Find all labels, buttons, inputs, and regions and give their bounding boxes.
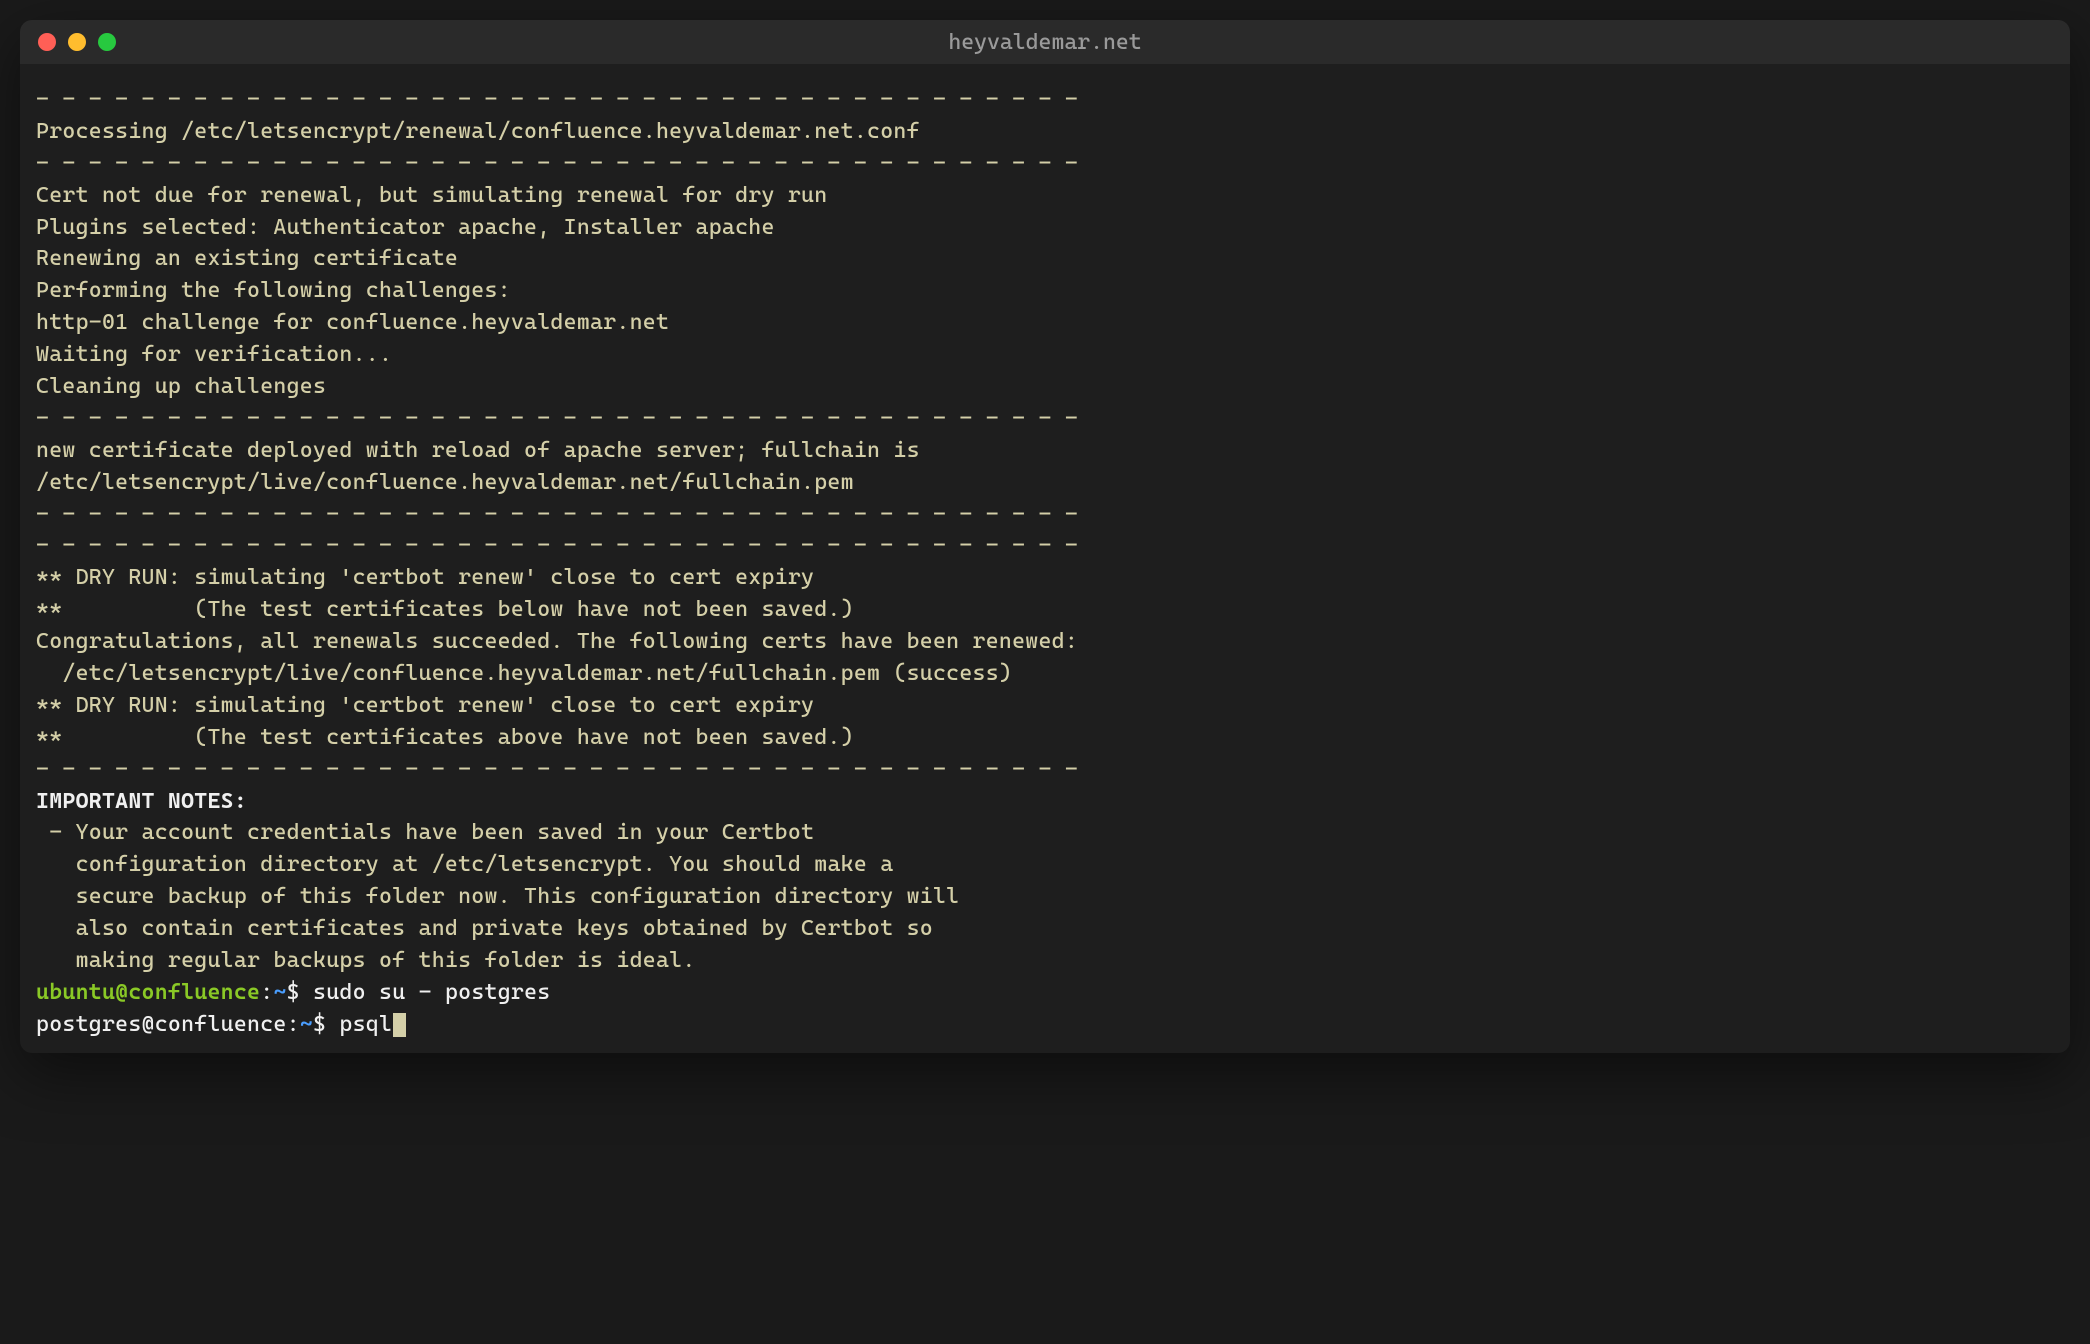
output-line: Cleaning up challenges	[36, 371, 2054, 403]
important-notes-title: IMPORTANT NOTES:	[36, 786, 2054, 818]
output-line: - - - - - - - - - - - - - - - - - - - - …	[36, 403, 2054, 435]
maximize-button[interactable]	[98, 33, 116, 51]
terminal-content[interactable]: - - - - - - - - - - - - - - - - - - - - …	[20, 64, 2070, 1053]
output-line: Cert not due for renewal, but simulating…	[36, 180, 2054, 212]
output-line: http-01 challenge for confluence.heyvald…	[36, 307, 2054, 339]
notes-line: making regular backups of this folder is…	[36, 945, 2054, 977]
notes-line: - Your account credentials have been sav…	[36, 817, 2054, 849]
output-line: Processing /etc/letsencrypt/renewal/conf…	[36, 116, 2054, 148]
prompt-colon: :	[287, 1012, 300, 1037]
output-line: - - - - - - - - - - - - - - - - - - - - …	[36, 84, 2054, 116]
output-line: - - - - - - - - - - - - - - - - - - - - …	[36, 530, 2054, 562]
output-line: /etc/letsencrypt/live/confluence.heyvald…	[36, 658, 2054, 690]
notes-line: also contain certificates and private ke…	[36, 913, 2054, 945]
output-line: ** DRY RUN: simulating 'certbot renew' c…	[36, 562, 2054, 594]
notes-line: secure backup of this folder now. This c…	[36, 881, 2054, 913]
output-line: - - - - - - - - - - - - - - - - - - - - …	[36, 754, 2054, 786]
prompt-dollar: $	[313, 1012, 339, 1037]
output-line: Performing the following challenges:	[36, 275, 2054, 307]
output-line: Renewing an existing certificate	[36, 243, 2054, 275]
output-line: Congratulations, all renewals succeeded.…	[36, 626, 2054, 658]
minimize-button[interactable]	[68, 33, 86, 51]
output-line: - - - - - - - - - - - - - - - - - - - - …	[36, 148, 2054, 180]
output-line: ** DRY RUN: simulating 'certbot renew' c…	[36, 690, 2054, 722]
notes-line: configuration directory at /etc/letsencr…	[36, 849, 2054, 881]
output-line: ** (The test certificates below have not…	[36, 594, 2054, 626]
output-line: new certificate deployed with reload of …	[36, 435, 2054, 467]
cursor-icon	[393, 1013, 406, 1037]
titlebar: heyvaldemar.net	[20, 20, 2070, 64]
output-line: Plugins selected: Authenticator apache, …	[36, 212, 2054, 244]
output-line: - - - - - - - - - - - - - - - - - - - - …	[36, 499, 2054, 531]
prompt-path: ~	[300, 1012, 313, 1037]
output-line: ** (The test certificates above have not…	[36, 722, 2054, 754]
output-line: Waiting for verification...	[36, 339, 2054, 371]
command-text: psql	[339, 1012, 392, 1037]
prompt-user-host: ubuntu@confluence	[36, 980, 260, 1005]
command-text: sudo su - postgres	[313, 980, 550, 1005]
close-button[interactable]	[38, 33, 56, 51]
prompt-line: postgres@confluence:~$ psql	[36, 1009, 2054, 1041]
prompt-line: ubuntu@confluence:~$ sudo su - postgres	[36, 977, 2054, 1009]
prompt-dollar: $	[287, 980, 313, 1005]
prompt-colon: :	[260, 980, 273, 1005]
prompt-path: ~	[273, 980, 286, 1005]
output-line: /etc/letsencrypt/live/confluence.heyvald…	[36, 467, 2054, 499]
window-title: heyvaldemar.net	[948, 30, 1141, 55]
traffic-lights	[38, 33, 116, 51]
terminal-window: heyvaldemar.net - - - - - - - - - - - - …	[20, 20, 2070, 1053]
prompt-user-host: postgres@confluence	[36, 1012, 287, 1037]
